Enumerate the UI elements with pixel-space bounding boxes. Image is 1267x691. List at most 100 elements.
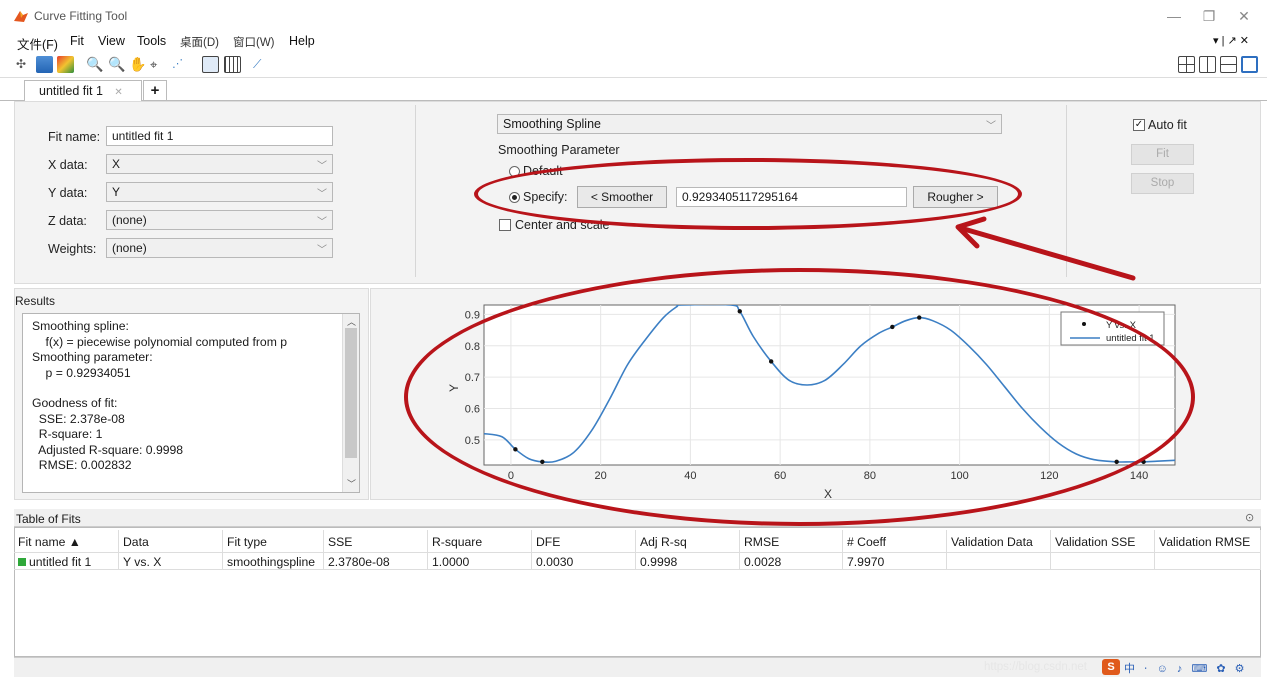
x-tick-label: 140 (1130, 470, 1148, 482)
window-title: Curve Fitting Tool (34, 9, 128, 23)
column-header[interactable]: RMSE (740, 530, 843, 552)
x-data-value: X (112, 157, 121, 171)
menu-fit[interactable]: Fit (70, 34, 84, 48)
panel-divider (415, 105, 416, 277)
y-tick-label: 0.9 (465, 309, 480, 321)
tab-close-icon[interactable]: ✕ (114, 87, 122, 98)
scroll-down-icon[interactable]: ﹀ (347, 477, 356, 490)
results-scrollbar[interactable]: ︿ ﹀ (342, 314, 359, 492)
legend-icon[interactable] (202, 56, 219, 73)
table-cell[interactable]: 0.0028 (740, 552, 843, 570)
fit-name-label: Fit name: (48, 130, 101, 144)
column-header[interactable]: Validation Data (947, 530, 1051, 552)
auto-fit-checkbox[interactable]: ✓ (1133, 119, 1145, 131)
table-cell[interactable]: Y vs. X (119, 552, 223, 570)
menu-desktop[interactable]: 桌面(D) (180, 34, 219, 50)
zoom-in-icon[interactable]: 🔍 (86, 56, 103, 73)
layout-rows-icon[interactable] (1220, 56, 1237, 73)
column-header[interactable]: Fit type (223, 530, 324, 552)
table-row-fit-name[interactable]: untitled fit 1 (14, 552, 119, 570)
table-cell[interactable] (947, 552, 1051, 570)
results-line (32, 381, 359, 396)
y-data-label: Y data: (48, 186, 88, 200)
column-header[interactable]: Fit name ▲ (14, 530, 119, 552)
menu-help[interactable]: Help (289, 34, 315, 48)
fit-name-input[interactable]: untitled fit 1 (106, 126, 333, 146)
close-button[interactable]: ✕ (1233, 6, 1255, 26)
z-data-label: Z data: (48, 214, 87, 228)
column-header[interactable]: # Coeff (843, 530, 947, 552)
fit-button[interactable]: Fit (1131, 144, 1194, 165)
exclude-outliers-icon[interactable]: ⋰ (172, 56, 189, 73)
layout-columns-icon[interactable] (1199, 56, 1216, 73)
table-cell[interactable]: 1.0000 (428, 552, 532, 570)
x-data-label: X data: (48, 158, 88, 172)
data-cursor-icon[interactable]: ✣ (16, 56, 33, 73)
annotation-ellipse-smoothing (474, 158, 1022, 230)
table-cell[interactable]: 0.0030 (532, 552, 636, 570)
zoom-out-icon[interactable]: 🔍 (108, 56, 125, 73)
column-header[interactable]: Data (119, 530, 223, 552)
title-bar: Curve Fitting Tool — ❐ ✕ (0, 0, 1267, 32)
add-tab-button[interactable]: + (143, 80, 167, 101)
axes-limits-icon[interactable]: ⟋ (253, 56, 270, 73)
collapse-icon[interactable]: ⊙ (1245, 511, 1254, 524)
results-line: p = 0.92934051 (32, 365, 131, 380)
column-header[interactable]: R-square (428, 530, 532, 552)
tab-label: untitled fit 1 (39, 84, 103, 98)
menu-view[interactable]: View (98, 34, 125, 48)
smoothing-parameter-heading: Smoothing Parameter (498, 143, 620, 157)
center-scale-checkbox[interactable] (499, 219, 511, 231)
chevron-down-icon: ﹀ (986, 121, 996, 132)
column-header[interactable]: Validation RMSE (1155, 530, 1261, 552)
table-cell[interactable] (1155, 552, 1261, 570)
stop-button[interactable]: Stop (1131, 173, 1194, 194)
data-tips-icon[interactable]: ⌖ (150, 56, 167, 73)
weights-label: Weights: (48, 242, 97, 256)
results-line: f(x) = piecewise polynomial computed fro… (32, 334, 288, 349)
toolbar (0, 52, 1267, 78)
tab-strip (0, 79, 1267, 101)
column-header[interactable]: Adj R-sq (636, 530, 740, 552)
table-cell[interactable] (1051, 552, 1155, 570)
pan-icon[interactable]: ✋ (129, 56, 146, 73)
ime-toolbar-icons[interactable]: 中 ⋅ ☺ ♪ ⌨ ✿ ⚙ (1124, 660, 1248, 676)
x-data-select[interactable]: X ﹀ (106, 154, 333, 174)
chevron-down-icon: ﹀ (317, 189, 327, 200)
ime-s-icon[interactable]: S (1102, 659, 1120, 675)
maximize-button[interactable]: ❐ (1198, 6, 1220, 26)
minimize-button[interactable]: — (1163, 6, 1185, 26)
menu-file[interactable]: 文件(F) (17, 34, 58, 53)
results-line: Adjusted R-square: 0.9998 (32, 442, 184, 457)
fit-type-select[interactable]: Smoothing Spline ﹀ (497, 114, 1002, 134)
table-cell[interactable]: 7.9970 (843, 552, 947, 570)
layout-single-icon[interactable] (1241, 56, 1258, 73)
watermark-text: https://blog.csdn.net (984, 661, 1087, 673)
grid-icon[interactable] (224, 56, 241, 73)
fit-name-text: untitled fit 1 (29, 555, 92, 569)
residuals-icon[interactable] (57, 56, 74, 73)
scrollbar-thumb[interactable] (345, 328, 357, 458)
y-data-select[interactable]: Y ﹀ (106, 182, 333, 202)
results-text[interactable]: Smoothing spline: f(x) = piecewise polyn… (22, 313, 360, 493)
table-cell[interactable]: 2.3780e-08 (324, 552, 428, 570)
results-line: Smoothing parameter: (32, 350, 153, 364)
tab-untitled-fit-1[interactable]: untitled fit 1 ✕ (24, 80, 142, 101)
scroll-up-icon[interactable]: ︿ (347, 315, 356, 328)
layout-tile-icon[interactable] (1178, 56, 1195, 73)
table-cell[interactable]: 0.9998 (636, 552, 740, 570)
annotation-ellipse-plot (404, 268, 1195, 526)
column-header[interactable]: Validation SSE (1051, 530, 1155, 552)
y-data-value: Y (112, 185, 121, 199)
z-data-select[interactable]: (none) ﹀ (106, 210, 333, 230)
menu-tools[interactable]: Tools (137, 34, 166, 48)
table-cell[interactable]: smoothingspline (223, 552, 324, 570)
chevron-down-icon: ﹀ (317, 161, 327, 172)
column-header[interactable]: DFE (532, 530, 636, 552)
annotation-arrow (955, 216, 1136, 281)
weights-select[interactable]: (none) ﹀ (106, 238, 333, 258)
column-header[interactable]: SSE (324, 530, 428, 552)
menu-window[interactable]: 窗口(W) (233, 34, 275, 50)
plot-fit-icon[interactable] (36, 56, 53, 73)
menu-dock-controls[interactable]: ▾ | ↗ ✕ (1213, 34, 1249, 47)
